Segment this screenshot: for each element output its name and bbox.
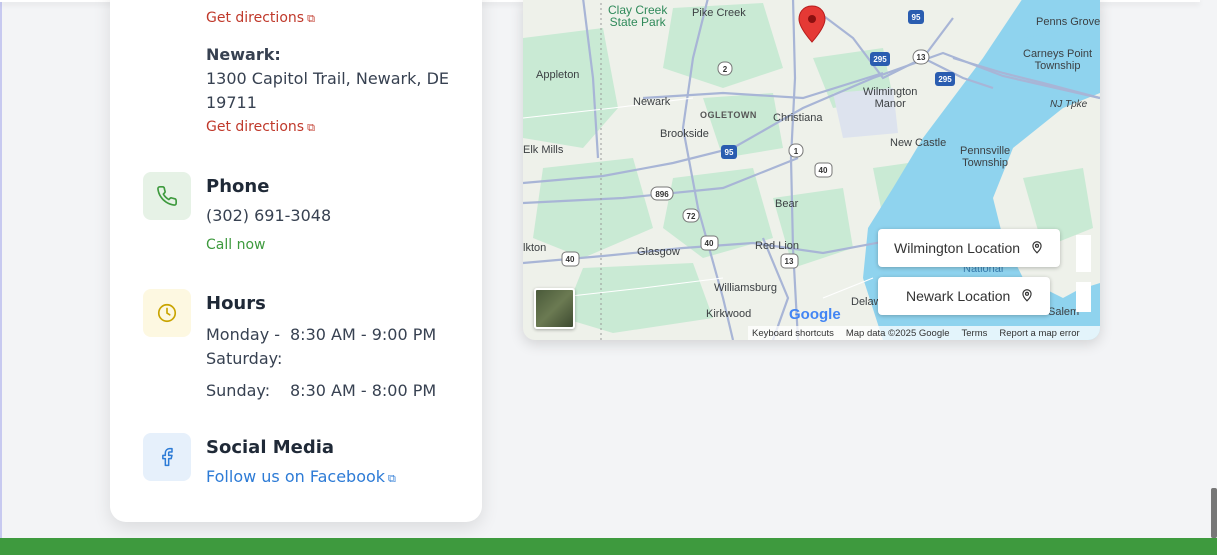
external-link-icon: ⧉ [307, 121, 315, 134]
map-label-christiana: Christiana [773, 112, 823, 124]
map-label-appleton: Appleton [536, 69, 580, 81]
map-label-kirkwood: Kirkwood [706, 308, 752, 320]
scrollbar-thumb[interactable] [1211, 488, 1217, 538]
button-edge [1076, 235, 1091, 272]
map-label-carneys-point: Carneys Point Township [1023, 48, 1092, 72]
hours-time-sunday: 8:30 AM - 8:00 PM [290, 381, 437, 400]
map-attribution-bar: Keyboard shortcuts Map data ©2025 Google… [748, 326, 1100, 340]
page-left-border [0, 0, 2, 540]
address-newark: 1300 Capitol Trail, Newark, DE 19711 [206, 67, 466, 115]
address-line-2: 19711 [206, 93, 257, 112]
map-marker-icon[interactable] [798, 5, 826, 43]
google-wordmark: Google [789, 306, 841, 323]
map-label-pike-creek: Pike Creek [692, 7, 746, 19]
button-label: Newark Location [906, 288, 1011, 304]
label-line: Manor [874, 98, 906, 110]
label-line: Carneys Point [1023, 48, 1093, 60]
map-label-bear: Bear [775, 198, 799, 210]
map-label-elkton: lkton [523, 242, 547, 254]
phone-heading: Phone [206, 176, 270, 197]
map-label-ogletown: OGLETOWN [700, 110, 757, 120]
button-label: Wilmington Location [894, 240, 1021, 256]
map-label-wilmington-manor: Wilmington Manor [863, 86, 917, 110]
map-label-williamsburg: Williamsburg [714, 282, 777, 294]
hours-day-sunday: Sunday: [206, 381, 271, 400]
directions-link-newark[interactable]: Get directions ⧉ [206, 119, 315, 135]
directions-link-wilmington[interactable]: Get directions ⧉ [206, 10, 315, 26]
map-label-delaware: Delaw [851, 296, 882, 308]
report-map-error-link[interactable]: Report a map error [999, 328, 1079, 339]
map-label-newark: Newark [633, 96, 671, 108]
google-logo: Google [789, 306, 841, 323]
map-label-glasgow: Glasgow [637, 246, 680, 258]
social-heading: Social Media [206, 437, 335, 458]
directions-label: Get directions [206, 10, 305, 26]
map-pin-icon [1030, 239, 1044, 258]
map-label-pennsville: Pennsville Township [960, 145, 1010, 169]
day-label: Saturday: [206, 349, 283, 368]
label-line: Wilmington [863, 86, 918, 98]
map-embed[interactable]: Clay Creek State Park Pike Creek Appleto… [523, 0, 1100, 340]
address-line-1: 1300 Capitol Trail, Newark, DE [206, 69, 449, 88]
satellite-toggle-button[interactable] [534, 288, 575, 329]
phone-icon [143, 172, 191, 220]
facebook-link-label: Follow us on Facebook [206, 467, 386, 486]
label-line: Township [962, 157, 1008, 169]
contact-info-card: Get directions ⧉ Newark: 1300 Capitol Tra… [110, 0, 482, 522]
label-line: State Park [609, 15, 666, 29]
call-now-link[interactable]: Call now [206, 237, 265, 253]
facebook-link[interactable]: Follow us on Facebook ⧉ [206, 467, 396, 486]
hours-day-weekday: Monday - Saturday: [206, 323, 282, 371]
map-label-penns-grove: Penns Grove [1036, 16, 1100, 28]
map-label-brookside: Brookside [660, 128, 709, 140]
footer-bar [0, 538, 1217, 555]
map-label-elk-mills: Elk Mills [523, 144, 564, 156]
hours-heading: Hours [206, 293, 266, 314]
external-link-icon: ⧉ [307, 12, 315, 25]
newark-location-button[interactable]: Newark Location [878, 277, 1051, 315]
terms-link[interactable]: Terms [962, 328, 988, 339]
map-label-new-castle: New Castle [890, 137, 947, 149]
map-label-salem: Salem [1048, 306, 1080, 318]
map-data-credit: Map data ©2025 Google [845, 327, 950, 339]
external-link-icon: ⧉ [388, 472, 396, 485]
phone-number: (302) 691-3048 [206, 206, 332, 225]
label-line: Township [1034, 60, 1081, 72]
button-edge [1076, 282, 1091, 312]
map-label-red-lion: Red Lion [755, 240, 800, 252]
wilmington-location-button[interactable]: Wilmington Location [878, 229, 1061, 267]
directions-label: Get directions [206, 119, 305, 135]
map-label-nj-tpke: NJ Tpke [1050, 99, 1088, 110]
location-name-newark: Newark: [206, 45, 281, 64]
map-label-clay-creek: Clay Creek State Park [608, 4, 667, 28]
map-pin-icon [1020, 287, 1034, 306]
facebook-icon [143, 433, 191, 481]
keyboard-shortcuts-link[interactable]: Keyboard shortcuts [752, 328, 834, 339]
day-label: Monday - [206, 325, 281, 344]
label-line: Pennsville [960, 145, 1011, 157]
clock-icon [143, 289, 191, 337]
hours-time-weekday: 8:30 AM - 9:00 PM [290, 325, 437, 344]
